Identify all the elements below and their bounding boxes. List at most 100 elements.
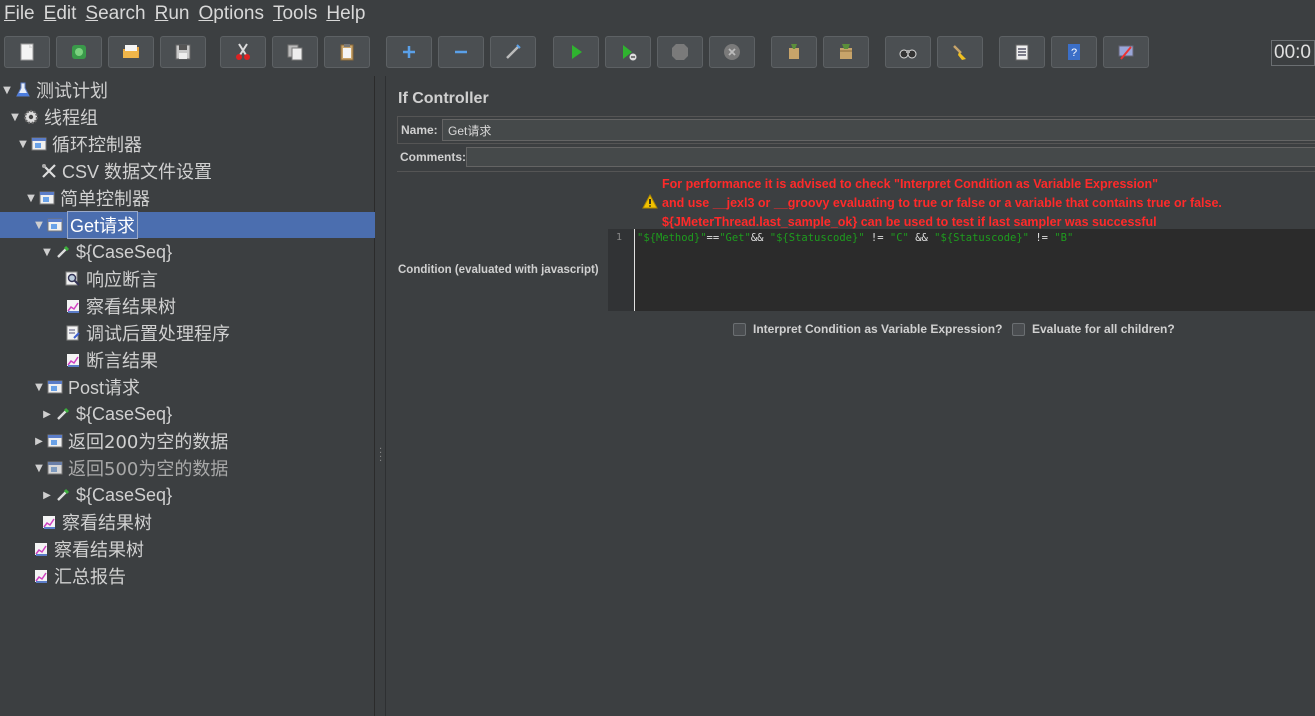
controller-icon (46, 459, 64, 477)
collapse-arrow-icon[interactable]: ▼ (10, 112, 20, 123)
line-number: 1 (616, 232, 623, 243)
menu-search-mnemonic: S (85, 3, 99, 24)
collapse-arrow-icon[interactable]: ▼ (18, 139, 28, 150)
tree-node-response-assertion[interactable]: 响应断言 (52, 266, 158, 292)
clear-all-button[interactable] (823, 36, 869, 68)
condition-editor[interactable]: 1 "${Method}"=="Get"&& "${Statuscode}" !… (608, 229, 1315, 311)
menu-options[interactable]: Options (194, 0, 268, 28)
menu-tools[interactable]: Tools (269, 0, 322, 28)
collapse-arrow-icon[interactable]: ▼ (42, 247, 52, 258)
controller-icon (30, 135, 48, 153)
expand-arrow-icon[interactable]: ▶ (42, 409, 52, 420)
code-token: "${Statuscode}" (769, 232, 865, 244)
tree-node-thread-group[interactable]: ▼ 线程组 (10, 104, 98, 130)
tree-node-case-seq[interactable]: ▶ ${CaseSeq} (42, 401, 172, 427)
paste-button[interactable] (324, 36, 370, 68)
clear-button[interactable] (771, 36, 817, 68)
toggle-button[interactable] (490, 36, 536, 68)
tree-node-summary-report[interactable]: 汇总报告 (20, 563, 126, 589)
function-helper-button[interactable] (999, 36, 1045, 68)
split-pane-divider[interactable]: · · · · (376, 76, 386, 716)
shutdown-button[interactable] (709, 36, 755, 68)
script-icon (64, 324, 82, 342)
reset-search-button[interactable] (937, 36, 983, 68)
controller-icon (46, 432, 64, 450)
open-button[interactable] (108, 36, 154, 68)
menu-help-label: elp (340, 3, 366, 24)
tools-icon (40, 162, 58, 180)
stop-button[interactable] (657, 36, 703, 68)
expand-all-button[interactable] (386, 36, 432, 68)
controller-icon (38, 189, 56, 207)
collapse-arrow-icon[interactable]: ▼ (34, 463, 44, 474)
expand-arrow-icon[interactable]: ▶ (42, 490, 52, 501)
graph-icon (32, 567, 50, 585)
new-button[interactable] (4, 36, 50, 68)
tree-node-view-results-tree[interactable]: 察看结果树 (20, 536, 144, 562)
name-field[interactable]: Get请求 (442, 119, 1315, 141)
tree-node-post-request[interactable]: ▼ Post请求 (34, 374, 140, 400)
tree-node-label: 测试计划 (36, 81, 108, 102)
collapse-arrow-icon[interactable]: ▼ (34, 382, 44, 393)
tree-node-case-seq[interactable]: ▶ ${CaseSeq} (42, 482, 172, 508)
code-token: "${Method}" (637, 232, 707, 244)
tree-node-label: 察看结果树 (62, 513, 152, 534)
flask-icon (14, 81, 32, 99)
wand-icon (506, 44, 521, 59)
checkbox-box[interactable] (1012, 322, 1025, 336)
tree-node-return-500-empty[interactable]: ▼ 返回500为空的数据 (34, 455, 228, 481)
tree-node-simple-controller[interactable]: ▼ 简单控制器 (26, 185, 150, 211)
tree-node-assertion-results[interactable]: 断言结果 (52, 347, 158, 373)
tree-node-label: 返回200为空的数据 (68, 432, 229, 453)
code-token: "${Statuscode}" (934, 232, 1029, 244)
checkbox-box[interactable] (733, 322, 746, 336)
tree-node-return-200-empty[interactable]: ▶ 返回200为空的数据 (34, 428, 228, 454)
interpret-condition-checkbox[interactable]: Interpret Condition as Variable Expressi… (733, 322, 1002, 336)
evaluate-all-children-checkbox[interactable]: Evaluate for all children? (1012, 322, 1175, 336)
start-no-pauses-button[interactable] (605, 36, 651, 68)
warning-icon (642, 194, 658, 209)
line-number-gutter: 1 (608, 229, 635, 311)
templates-icon (72, 45, 86, 59)
tree-node-label: 线程组 (44, 108, 98, 129)
menu-search[interactable]: Search (81, 0, 150, 28)
tree-node-loop-controller[interactable]: ▼ 循环控制器 (18, 131, 142, 157)
pipette-icon (54, 486, 72, 504)
pipette-icon (54, 243, 72, 261)
tree-node-view-results-tree[interactable]: 察看结果树 (28, 509, 152, 535)
tree-node-label: 调试后置处理程序 (86, 324, 230, 345)
save-button[interactable] (160, 36, 206, 68)
menu-run[interactable]: Run (151, 0, 195, 28)
toolbar: ? 00:0 (0, 32, 1315, 72)
collapse-arrow-icon[interactable]: ▼ (26, 193, 36, 204)
tree-node-debug-postprocessor[interactable]: 调试后置处理程序 (52, 320, 230, 346)
help-button[interactable]: ? (1051, 36, 1097, 68)
tree-node-test-plan[interactable]: ▼ 测试计划 (2, 77, 108, 103)
warning-line-3: ${JMeterThread.last_sample_ok} can be us… (662, 215, 1157, 229)
tree-node-get-request[interactable]: ▼ Get请求 (0, 211, 375, 239)
comments-field[interactable] (466, 147, 1315, 167)
save-disk-icon (175, 44, 191, 60)
tree-node-label: 汇总报告 (54, 567, 126, 588)
tree-node-csv-data-set[interactable]: CSV 数据文件设置 (28, 158, 212, 184)
menu-edit[interactable]: Edit (40, 0, 82, 28)
expand-arrow-icon[interactable]: ▶ (34, 436, 44, 447)
remote-settings-button[interactable] (1103, 36, 1149, 68)
condition-label: Condition (evaluated with javascript) (398, 264, 599, 276)
templates-button[interactable] (56, 36, 102, 68)
menu-help[interactable]: Help (322, 0, 370, 28)
tree-node-view-results-tree[interactable]: 察看结果树 (52, 293, 176, 319)
tree-node-case-seq[interactable]: ▼ ${CaseSeq} (42, 239, 172, 265)
collapse-arrow-icon[interactable]: ▼ (2, 85, 12, 96)
copy-button[interactable] (272, 36, 318, 68)
test-plan-tree[interactable]: ▼ 测试计划 ▼ 线程组 ▼ 循环控制器 CSV 数据文件设置 ▼ 简单控制器 … (0, 76, 375, 716)
scissors-icon (236, 43, 250, 60)
menu-file[interactable]: File (0, 0, 40, 28)
collapse-arrow-icon[interactable]: ▼ (34, 220, 44, 231)
start-button[interactable] (553, 36, 599, 68)
search-button[interactable] (885, 36, 931, 68)
condition-code[interactable]: "${Method}"=="Get"&& "${Statuscode}" != … (637, 232, 1073, 244)
collapse-all-button[interactable] (438, 36, 484, 68)
cut-button[interactable] (220, 36, 266, 68)
drag-grip-icon[interactable]: · · · · (379, 445, 382, 467)
